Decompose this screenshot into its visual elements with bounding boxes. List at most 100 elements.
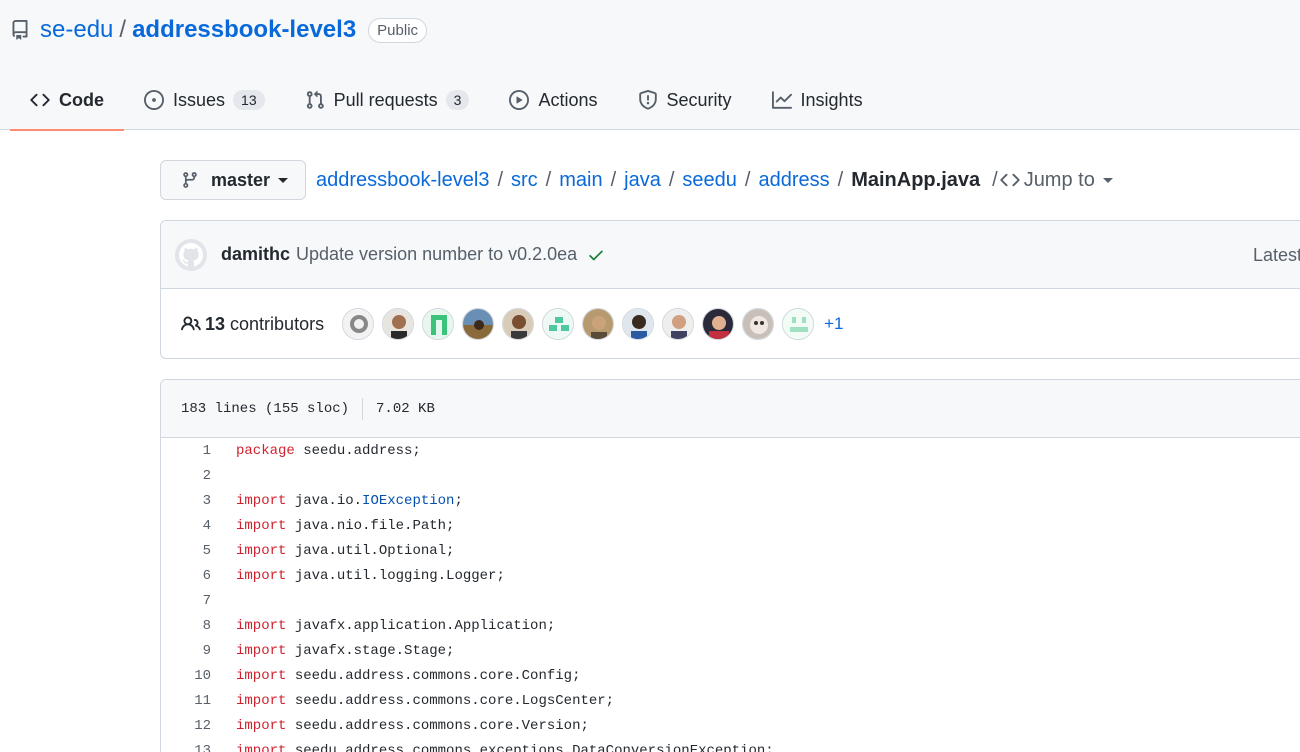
code-text: seedu.address; (294, 442, 421, 459)
line-number[interactable]: 8 (161, 618, 211, 634)
line-code: import java.io.IOException; (211, 493, 463, 509)
breadcrumb-link-repo[interactable]: addressbook-level3 (316, 169, 489, 192)
line-number[interactable]: 11 (161, 693, 211, 709)
check-icon[interactable] (587, 246, 605, 264)
more-contributors-link[interactable]: +1 (824, 314, 843, 334)
commit-author-link[interactable]: damithc (221, 244, 290, 265)
contributor-avatar[interactable] (702, 308, 735, 340)
tab-actions[interactable]: Actions (489, 70, 617, 130)
contributor-avatar[interactable] (782, 308, 815, 340)
line-number[interactable]: 10 (161, 668, 211, 684)
repo-nav-tabs: Code Issues 13 Pull requests 3 Actions S… (10, 70, 883, 131)
line-number[interactable]: 2 (161, 468, 211, 484)
line-number[interactable]: 6 (161, 568, 211, 584)
branch-select-button[interactable]: master (160, 160, 306, 200)
line-code: import java.util.logging.Logger; (211, 568, 505, 584)
breadcrumb-link-seedu[interactable]: seedu (682, 169, 737, 192)
code-icon (30, 90, 50, 110)
breadcrumb-separator: / (837, 168, 844, 191)
repo-name-link[interactable]: addressbook-level3 (132, 16, 356, 44)
code-line: 4 import java.nio.file.Path; (161, 513, 1300, 538)
latest-commit-label[interactable]: Latest (1253, 221, 1300, 289)
author-avatar[interactable] (175, 238, 207, 271)
jump-to-button[interactable]: Jump to (1000, 169, 1113, 192)
line-number[interactable]: 7 (161, 593, 211, 609)
chevron-down-icon (1102, 177, 1113, 183)
tab-pull-requests[interactable]: Pull requests 3 (285, 70, 490, 130)
code-line: 10 import seedu.address.commons.core.Conf… (161, 663, 1300, 688)
tab-insights[interactable]: Insights (752, 70, 883, 130)
line-code: import javafx.stage.Stage; (211, 643, 454, 659)
contributor-avatar[interactable] (342, 308, 375, 340)
code-view[interactable]: 1 package seedu.address; 2 3 import java.io.… (161, 438, 1300, 752)
issue-opened-icon (144, 90, 164, 110)
code-line: 3 import java.io.IOException; (161, 488, 1300, 513)
contributor-avatar[interactable] (422, 308, 455, 340)
code-line: 13 import seedu.address.commons.exception… (161, 738, 1300, 752)
breadcrumb-link-java[interactable]: java (624, 169, 661, 192)
breadcrumb: master addressbook-level3 / src / main /… (160, 160, 1113, 200)
code-text: seedu.address.commons.core.LogsCenter; (286, 692, 615, 709)
code-text: javafx.application.Application; (286, 617, 556, 634)
breadcrumb-link-src[interactable]: src (511, 169, 538, 192)
line-number[interactable]: 3 (161, 493, 211, 509)
issues-count-badge: 13 (233, 90, 265, 110)
code-text: javafx.stage.Stage; (286, 642, 455, 659)
line-number[interactable]: 13 (161, 743, 211, 752)
git-pull-request-icon (305, 90, 325, 110)
line-code: package seedu.address; (211, 443, 421, 459)
jump-to-label: Jump to (1023, 168, 1095, 191)
code-keyword: package (236, 442, 295, 459)
breadcrumb-separator: / (668, 168, 675, 191)
line-number[interactable]: 5 (161, 543, 211, 559)
code-line: 6 import java.util.logging.Logger; (161, 563, 1300, 588)
repo-separator: / (119, 16, 127, 43)
line-number[interactable]: 9 (161, 643, 211, 659)
code-text: seedu.address.commons.exceptions.DataCon… (286, 742, 774, 752)
file-viewer: 183 lines (155 sloc) 7.02 KB 1 package se… (160, 379, 1300, 752)
line-number[interactable]: 1 (161, 443, 211, 459)
contributor-avatar[interactable] (582, 308, 615, 340)
code-keyword: import (236, 742, 287, 752)
contributor-avatar[interactable] (662, 308, 695, 340)
contributors-label[interactable]: contributors (230, 314, 324, 335)
code-line: 5 import java.util.Optional; (161, 538, 1300, 563)
breadcrumb-separator: / (992, 168, 998, 191)
code-keyword: import (236, 617, 287, 634)
branch-name: master (211, 169, 271, 190)
code-line: 1 package seedu.address; (161, 438, 1300, 463)
graph-icon (771, 90, 792, 110)
code-icon (1000, 170, 1020, 190)
code-text: ; (454, 492, 463, 509)
breadcrumb-separator: / (744, 168, 751, 191)
commit-message-link[interactable]: Update version number to v0.2.0ea (296, 244, 577, 265)
tab-security[interactable]: Security (618, 70, 752, 130)
tab-issues-label: Issues (173, 89, 226, 110)
breadcrumb-link-address[interactable]: address (758, 169, 829, 192)
tab-code[interactable]: Code (10, 70, 124, 131)
contributor-avatar[interactable] (742, 308, 775, 340)
breadcrumb-separator: / (610, 168, 617, 191)
latest-commit-row: damithc Update version number to v0.2.0e… (161, 221, 1300, 289)
code-line: 11 import seedu.address.commons.core.Logs… (161, 688, 1300, 713)
contributors-count[interactable]: 13 (205, 314, 225, 335)
breadcrumb-link-main[interactable]: main (559, 169, 602, 192)
breadcrumb-separator: / (545, 168, 552, 191)
contributor-avatar[interactable] (462, 308, 495, 340)
code-keyword: import (236, 517, 287, 534)
tab-issues[interactable]: Issues 13 (124, 70, 285, 130)
repo-icon (10, 20, 30, 40)
line-number[interactable]: 4 (161, 518, 211, 534)
tab-actions-label: Actions (538, 89, 598, 110)
contributor-avatar[interactable] (382, 308, 415, 340)
line-code: import java.util.Optional; (211, 543, 454, 559)
code-keyword: import (236, 567, 287, 584)
line-code: import seedu.address.commons.core.Config… (211, 668, 580, 684)
repo-owner-link[interactable]: se-edu (40, 16, 113, 44)
contributor-avatar[interactable] (542, 308, 575, 340)
file-info-bar: 183 lines (155 sloc) 7.02 KB (161, 380, 1300, 438)
contributor-avatar[interactable] (622, 308, 655, 340)
contributor-avatar[interactable] (502, 308, 535, 340)
code-keyword: import (236, 667, 287, 684)
line-number[interactable]: 12 (161, 718, 211, 734)
